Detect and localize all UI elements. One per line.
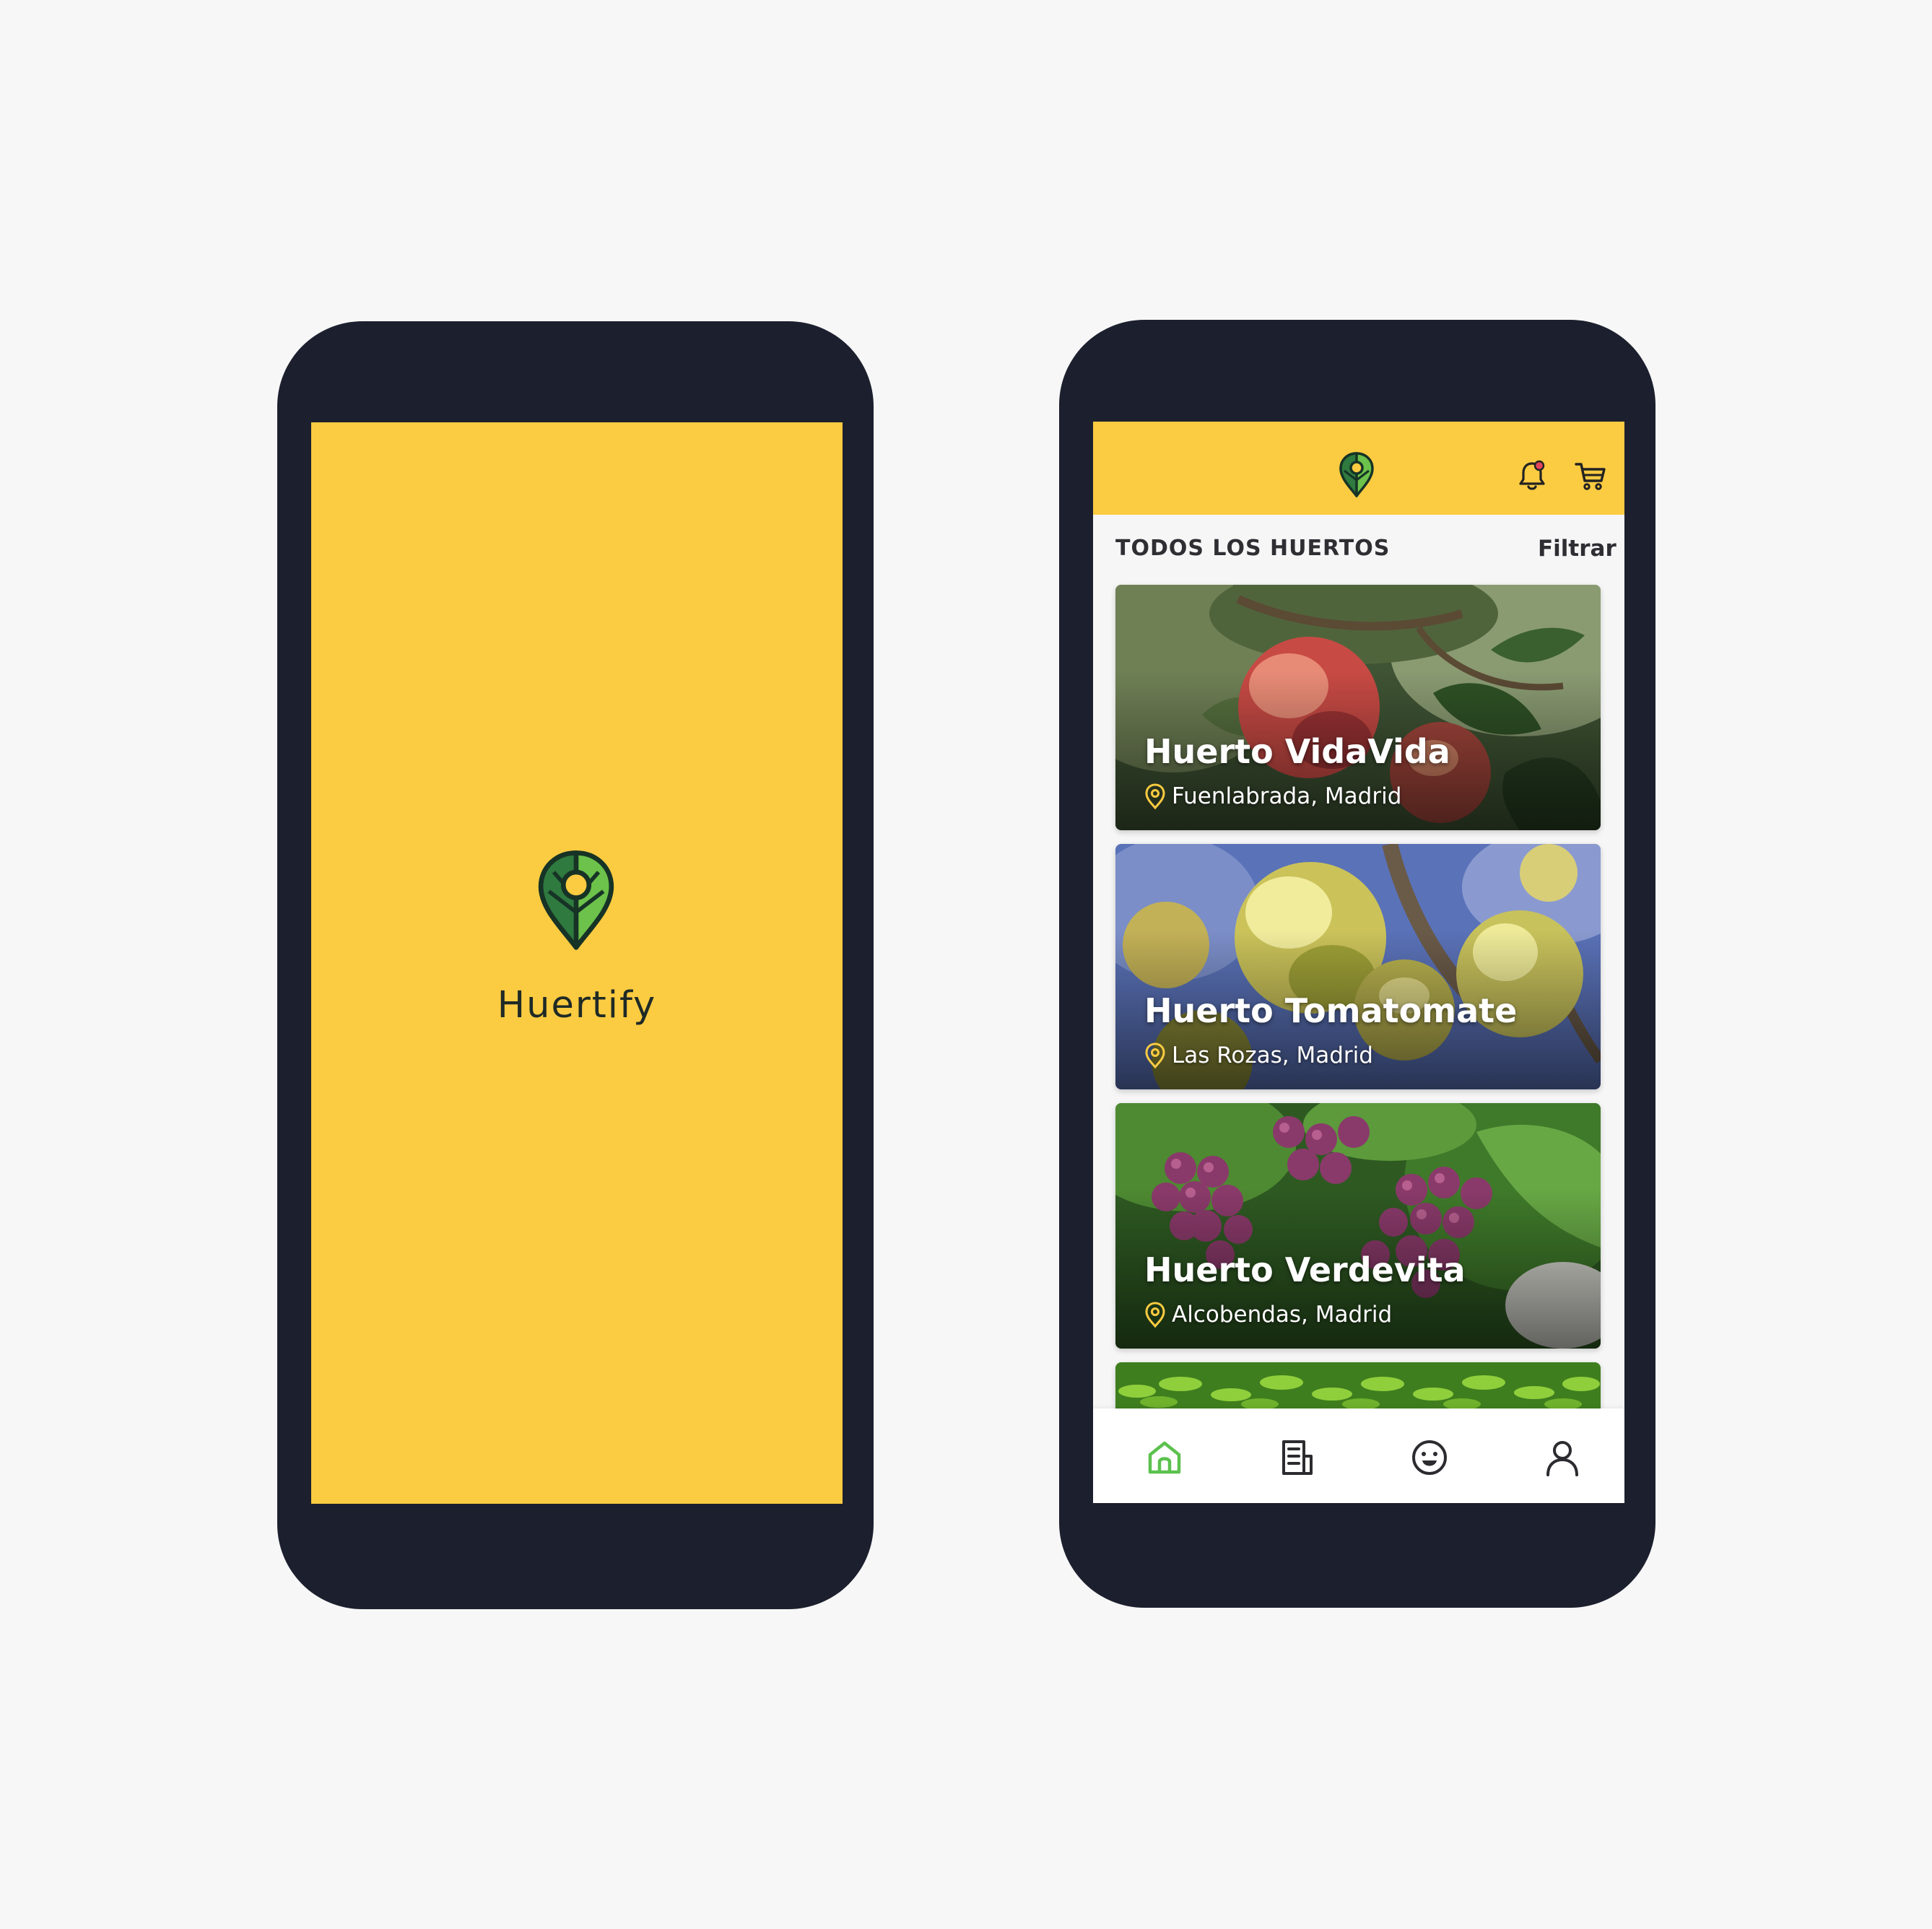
filter-button[interactable]: Filtrar xyxy=(1538,534,1624,563)
garden-card[interactable]: Huerto Tomatomate Las Rozas, Madrid xyxy=(1115,844,1601,1089)
location-pin-icon xyxy=(1145,1042,1165,1069)
garden-name: Huerto VidaVida xyxy=(1144,732,1450,771)
app-header xyxy=(1093,422,1624,515)
phone-frame-splash: Huertify xyxy=(277,321,874,1609)
location-pin-icon xyxy=(1145,1302,1165,1328)
receipt-icon[interactable] xyxy=(1275,1436,1318,1479)
garden-location-text: Fuenlabrada, Madrid xyxy=(1172,783,1402,809)
garden-location-text: Alcobendas, Madrid xyxy=(1172,1302,1393,1328)
bell-icon[interactable] xyxy=(1517,459,1547,492)
garden-card[interactable]: Huerto VidaVida Fuenlabrada, Madrid xyxy=(1115,585,1601,830)
map-pin-leaf-icon xyxy=(538,850,614,950)
location-pin-icon xyxy=(1145,783,1165,810)
garden-location-text: Las Rozas, Madrid xyxy=(1172,1042,1373,1068)
bottom-navigation xyxy=(1093,1408,1624,1503)
gardens-screen: TODOS LOS HUERTOS Filtrar Huerto VidaVid… xyxy=(1093,422,1624,1503)
map-pin-leaf-icon xyxy=(1339,452,1374,497)
garden-location: Las Rozas, Madrid xyxy=(1144,1042,1373,1069)
filter-label: Filtrar xyxy=(1538,536,1616,562)
garden-name: Huerto Tomatomate xyxy=(1144,991,1518,1030)
phone-frame-app: TODOS LOS HUERTOS Filtrar Huerto VidaVid… xyxy=(1059,320,1655,1608)
shopping-cart-icon[interactable] xyxy=(1574,461,1607,491)
garden-card[interactable]: Huerto Verdevita Alcobendas, Madrid xyxy=(1115,1103,1601,1349)
garden-location: Alcobendas, Madrid xyxy=(1144,1301,1392,1328)
section-title: TODOS LOS HUERTOS xyxy=(1115,536,1391,561)
user-icon[interactable] xyxy=(1541,1436,1584,1479)
home-icon[interactable] xyxy=(1143,1436,1186,1479)
garden-location: Fuenlabrada, Madrid xyxy=(1144,783,1401,810)
splash-screen: Huertify xyxy=(311,422,843,1504)
app-name: Huertify xyxy=(497,984,657,1027)
smiley-icon[interactable] xyxy=(1408,1436,1451,1479)
garden-name: Huerto Verdevita xyxy=(1144,1250,1466,1289)
